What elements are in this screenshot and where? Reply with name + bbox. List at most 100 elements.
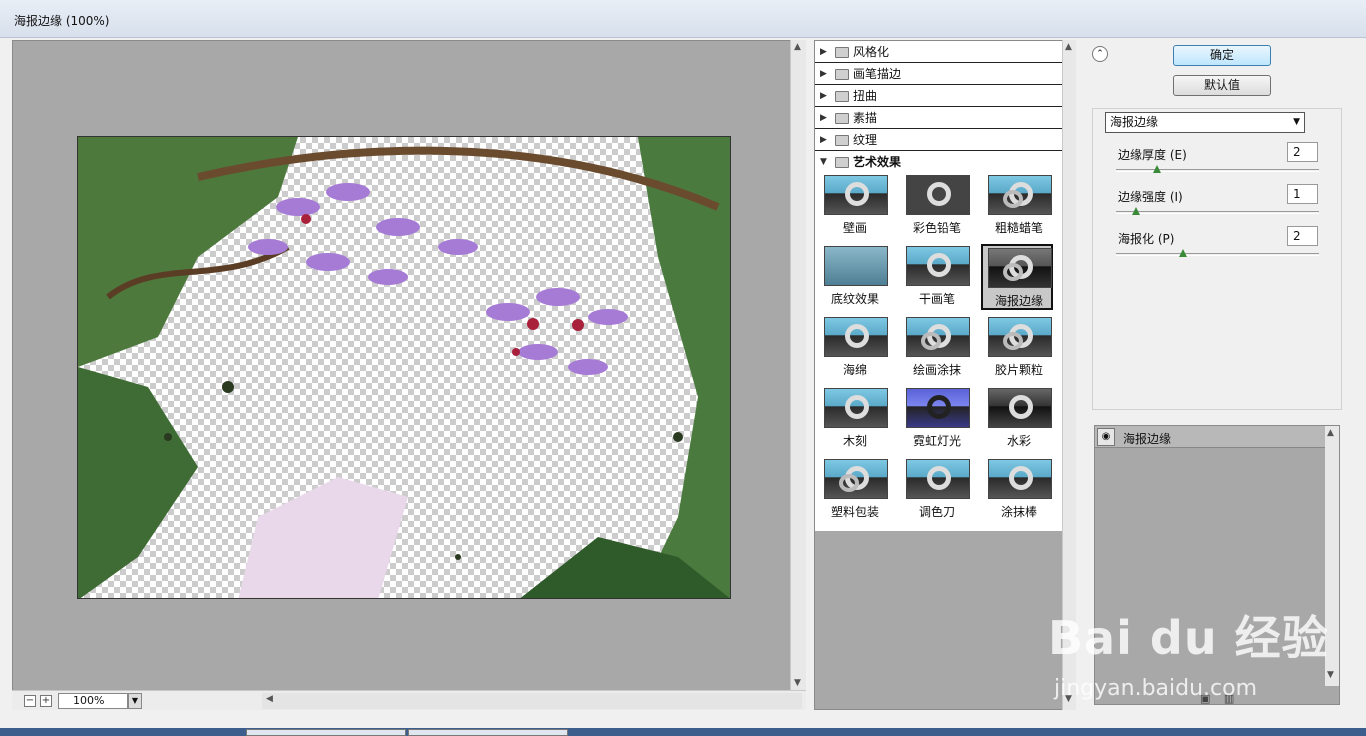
edge-thickness-input[interactable]: 2	[1287, 142, 1318, 162]
thumbnail-image	[824, 175, 888, 215]
scroll-down-icon[interactable]: ▼	[794, 678, 801, 688]
filter-thumb-rough-pastels[interactable]: 粗糙蜡笔	[983, 173, 1055, 239]
category-label: 画笔描边	[853, 67, 902, 81]
expand-arrow-icon[interactable]: ▶	[820, 107, 827, 129]
category-artistic[interactable]: ▼ 艺术效果	[815, 151, 1063, 173]
preview-horizontal-scrollbar[interactable]: ◀	[262, 693, 802, 709]
filter-thumb-smudge-stick[interactable]: 涂抹棒	[983, 457, 1055, 523]
filter-label: 粗糙蜡笔	[994, 221, 1043, 235]
filter-label: 塑料包装	[830, 505, 879, 519]
edge-intensity-input[interactable]: 1	[1287, 184, 1318, 204]
filter-thumb-watercolor[interactable]: 水彩	[983, 386, 1055, 452]
filter-label: 木刻	[842, 434, 867, 448]
filter-label: 水彩	[1006, 434, 1031, 448]
dropdown-arrow-icon[interactable]: ▼	[1293, 113, 1300, 132]
filter-label: 干画笔	[918, 292, 955, 306]
ok-button[interactable]: 确定	[1173, 45, 1271, 66]
thumbnail-image	[824, 317, 888, 357]
filter-thumb-underpainting[interactable]: 底纹效果	[819, 244, 891, 310]
scroll-up-icon[interactable]: ▲	[1327, 428, 1334, 438]
filter-select[interactable]: 海报边缘 ▼	[1105, 112, 1305, 133]
folder-icon	[835, 47, 849, 58]
posterization-input[interactable]: 2	[1287, 226, 1318, 246]
zoom-in-button[interactable]: +	[40, 695, 52, 707]
scroll-up-icon[interactable]: ▲	[1065, 42, 1072, 52]
effect-layer-label: 海报边缘	[1123, 432, 1172, 446]
category-label: 风格化	[853, 45, 890, 59]
edge-thickness-slider[interactable]	[1116, 165, 1319, 173]
expand-arrow-icon[interactable]: ▶	[820, 85, 827, 107]
category-label: 艺术效果	[853, 155, 902, 169]
filter-select-value: 海报边缘	[1110, 115, 1159, 129]
category-sketch[interactable]: ▶ 素描	[815, 107, 1063, 129]
thumbnail-image	[824, 459, 888, 499]
thumbnail-image	[906, 246, 970, 286]
open-folder-icon	[835, 157, 849, 168]
slider-knob[interactable]	[1132, 207, 1141, 215]
expand-arrow-icon[interactable]: ▶	[820, 129, 827, 151]
filter-gallery: ▶ 风格化 ▶ 画笔描边 ▶ 扭曲 ▶ 素描 ▶ 纹理 ▼ 艺术效果 壁画 彩色…	[814, 40, 1076, 710]
taskbar	[0, 728, 1366, 736]
filter-label: 涂抹棒	[1000, 505, 1037, 519]
zoom-level-field[interactable]: 100%	[58, 693, 128, 709]
scroll-up-icon[interactable]: ▲	[794, 42, 801, 52]
category-label: 素描	[853, 111, 878, 125]
filter-thumb-film-grain[interactable]: 胶片颗粒	[983, 315, 1055, 381]
posterization-slider[interactable]	[1116, 249, 1319, 257]
filter-thumb-fresco[interactable]: 壁画	[819, 173, 891, 239]
category-brush-strokes[interactable]: ▶ 画笔描边	[815, 63, 1063, 85]
scroll-left-icon[interactable]: ◀	[266, 694, 273, 704]
filter-label: 霓虹灯光	[912, 434, 961, 448]
folder-icon	[835, 91, 849, 102]
zoom-dropdown-icon[interactable]: ▼	[128, 693, 142, 709]
category-stylize[interactable]: ▶ 风格化	[815, 41, 1063, 63]
category-label: 扭曲	[853, 89, 878, 103]
taskbar-button[interactable]	[246, 729, 406, 736]
filter-label: 绘画涂抹	[912, 363, 961, 377]
filter-thumb-neon-glow[interactable]: 霓虹灯光	[901, 386, 973, 452]
filter-thumb-poster-edges[interactable]: 海报边缘	[981, 244, 1053, 310]
category-texture[interactable]: ▶ 纹理	[815, 129, 1063, 151]
default-button[interactable]: 默认值	[1173, 75, 1271, 96]
baidu-watermark: Bai du 经验 jingyan.baidu.com	[1048, 594, 1348, 704]
edge-intensity-label: 边缘强度 (I)	[1118, 190, 1183, 204]
posterization-label: 海报化 (P)	[1118, 232, 1175, 246]
filter-label: 调色刀	[918, 505, 955, 519]
filter-gallery-list: ▶ 风格化 ▶ 画笔描边 ▶ 扭曲 ▶ 素描 ▶ 纹理 ▼ 艺术效果 壁画 彩色…	[815, 41, 1063, 531]
edge-intensity-slider[interactable]	[1116, 207, 1319, 215]
filter-label: 海绵	[842, 363, 867, 377]
zoom-out-button[interactable]: −	[24, 695, 36, 707]
thumbnail-image	[988, 459, 1052, 499]
thumbnail-image	[988, 388, 1052, 428]
preview-toolbar: − + 100% ▼ ◀	[12, 690, 806, 710]
category-distort[interactable]: ▶ 扭曲	[815, 85, 1063, 107]
filter-thumb-palette-knife[interactable]: 调色刀	[901, 457, 973, 523]
thumbnail-image	[906, 175, 970, 215]
category-label: 纹理	[853, 133, 878, 147]
eye-visibility-icon[interactable]: ◉	[1097, 428, 1115, 446]
expand-arrow-icon[interactable]: ▶	[820, 63, 827, 85]
preview-area[interactable]	[12, 40, 806, 710]
thumbnail-image	[824, 388, 888, 428]
folder-icon	[835, 135, 849, 146]
watermark-url: jingyan.baidu.com	[1054, 676, 1258, 701]
thumbnail-image	[988, 317, 1052, 357]
filter-thumb-dry-brush[interactable]: 干画笔	[901, 244, 973, 310]
slider-knob[interactable]	[1178, 249, 1187, 257]
effect-layer-row[interactable]: ◉ 海报边缘	[1095, 426, 1325, 448]
filter-thumb-cutout[interactable]: 木刻	[819, 386, 891, 452]
thumbnail-image	[824, 246, 888, 286]
filter-thumb-colored-pencil[interactable]: 彩色铅笔	[901, 173, 973, 239]
thumbnail-image	[988, 248, 1052, 288]
expand-arrow-icon[interactable]: ▶	[820, 41, 827, 63]
filter-thumb-paint-daubs[interactable]: 绘画涂抹	[901, 315, 973, 381]
filter-thumb-plastic-wrap[interactable]: 塑料包装	[819, 457, 891, 523]
collapse-arrow-icon[interactable]: ▼	[820, 151, 827, 173]
filter-label: 底纹效果	[830, 292, 879, 306]
taskbar-button[interactable]	[408, 729, 568, 736]
slider-knob[interactable]	[1152, 165, 1161, 173]
preview-image[interactable]	[77, 136, 731, 599]
preview-vertical-scrollbar[interactable]: ▲ ▼	[790, 40, 806, 692]
filter-thumb-sponge[interactable]: 海绵	[819, 315, 891, 381]
collapse-gallery-icon[interactable]: ⌃	[1092, 46, 1108, 62]
